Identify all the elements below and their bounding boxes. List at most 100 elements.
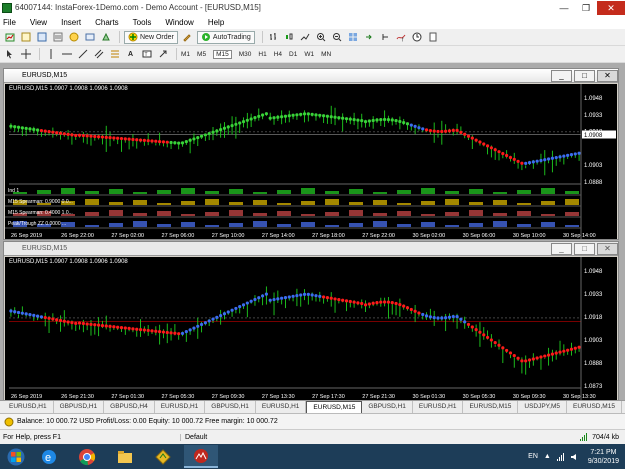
indicator-bar	[541, 201, 555, 205]
chart1-minimize-button[interactable]: _	[551, 69, 572, 82]
chart1-canvas[interactable]: 1.09481.09331.09181.09081.09031.088826 S…	[5, 84, 617, 239]
horizontal-line-icon[interactable]	[60, 48, 73, 61]
timeframe-h1[interactable]: H1	[258, 51, 266, 58]
chart1-close-button[interactable]: ✕	[597, 69, 618, 82]
chart-tab[interactable]: EURUSD,H1	[413, 401, 464, 413]
candlestick-icon[interactable]	[283, 31, 296, 44]
periods-icon[interactable]	[411, 31, 424, 44]
chart-tab[interactable]: EURUSD,M15	[306, 401, 363, 413]
indicator-bar	[277, 224, 291, 227]
menu-charts[interactable]: Charts	[95, 18, 119, 27]
timeframe-m30[interactable]: M30	[239, 51, 252, 58]
ma-point	[39, 315, 44, 319]
timeframe-m5[interactable]: M5	[197, 51, 206, 58]
volume-icon[interactable]	[570, 452, 580, 462]
ma-point	[524, 161, 528, 165]
bar-chart-icon[interactable]	[267, 31, 280, 44]
close-button[interactable]: ✕	[597, 0, 625, 15]
line-chart-icon[interactable]	[299, 31, 312, 44]
timeframe-h4[interactable]: H4	[274, 51, 282, 58]
chart-tab[interactable]: USDJPY,M5	[518, 401, 568, 413]
market-watch-icon[interactable]	[35, 31, 48, 44]
chart-shift-icon[interactable]	[379, 31, 392, 44]
svg-text:f: f	[402, 38, 404, 43]
timeframe-d1[interactable]: D1	[289, 51, 297, 58]
chart-tab[interactable]: GBPUSD,H1	[205, 401, 256, 413]
network-icon[interactable]	[556, 452, 566, 462]
ma-point	[287, 114, 291, 118]
chart-tab[interactable]: GBPUSD,H1	[362, 401, 413, 413]
timeframe-m15[interactable]: M15	[213, 49, 232, 59]
strategy-tester-icon[interactable]	[99, 31, 112, 44]
taskbar-ie[interactable]: e	[32, 445, 66, 468]
ma-point	[24, 126, 28, 130]
zoom-in-icon[interactable]	[315, 31, 328, 44]
menu-help[interactable]: Help	[208, 18, 224, 27]
navigator-icon[interactable]	[67, 31, 80, 44]
menu-insert[interactable]: Insert	[61, 18, 81, 27]
chart2-canvas[interactable]: 1.09481.09331.09181.09031.08881.087326 S…	[5, 257, 617, 400]
menu-view[interactable]: View	[30, 18, 47, 27]
chart-tab[interactable]: EURUSD,H1	[3, 401, 54, 413]
chart-window-1-titlebar[interactable]: EURUSD,M15 _ □ ✕	[4, 69, 618, 83]
menu-tools[interactable]: Tools	[133, 18, 152, 27]
arrows-icon[interactable]	[156, 48, 169, 61]
data-window-icon[interactable]	[51, 31, 64, 44]
cursor-icon[interactable]	[3, 48, 16, 61]
start-button[interactable]	[0, 444, 32, 469]
taskbar-metatrader-b[interactable]	[184, 445, 218, 468]
chart2-maximize-button[interactable]: □	[574, 242, 595, 255]
ma-point	[371, 118, 375, 123]
chart-tab[interactable]: EURUSD,M15	[463, 401, 519, 413]
maximize-button[interactable]: ❐	[575, 1, 597, 15]
new-chart-icon[interactable]	[3, 31, 16, 44]
autotrading-button[interactable]: AutoTrading	[196, 30, 255, 44]
zoom-out-icon[interactable]	[331, 31, 344, 44]
trendline-icon[interactable]	[76, 48, 89, 61]
templates-icon[interactable]	[427, 31, 440, 44]
chart-window-2-titlebar[interactable]: EURUSD,M15 _ □ ✕	[4, 242, 618, 256]
vertical-line-icon[interactable]	[44, 48, 57, 61]
menu-file[interactable]: File	[3, 18, 16, 27]
terminal-icon[interactable]	[83, 31, 96, 44]
new-order-button[interactable]: New Order	[124, 30, 178, 44]
chart-tab[interactable]: EURUSD,H1	[155, 401, 206, 413]
indicator-bar	[109, 189, 123, 194]
chart2-minimize-button[interactable]: _	[551, 242, 572, 255]
metaeditor-icon[interactable]	[181, 31, 194, 44]
indicators-icon[interactable]: f	[395, 31, 408, 44]
menu-window[interactable]: Window	[165, 18, 193, 27]
ma-point	[257, 114, 261, 118]
taskbar-explorer[interactable]	[108, 445, 142, 468]
text-icon[interactable]: A	[124, 48, 137, 61]
chart-tab[interactable]: EURUSD,M15	[567, 401, 622, 413]
profiles-icon[interactable]	[19, 31, 32, 44]
chart-window-1[interactable]: EURUSD,M15 _ □ ✕ 1.09481.09331.09181.090…	[3, 68, 619, 240]
chart1-maximize-button[interactable]: □	[574, 69, 595, 82]
timeframe-mn[interactable]: MN	[321, 51, 331, 58]
timeframe-w1[interactable]: W1	[304, 51, 314, 58]
chart-tab[interactable]: EURUSD,H1	[256, 401, 307, 413]
chart2-close-button[interactable]: ✕	[597, 242, 618, 255]
taskbar-metatrader-a[interactable]	[146, 445, 180, 468]
ma-point	[505, 153, 509, 158]
tray-chevron-icon[interactable]: ▲	[544, 453, 551, 460]
fibonacci-icon[interactable]	[108, 48, 121, 61]
chart-tab[interactable]: GBPUSD,H1	[54, 401, 105, 413]
channel-icon[interactable]	[92, 48, 105, 61]
tile-windows-icon[interactable]	[347, 31, 360, 44]
chart1-plot[interactable]: 1.09481.09331.09181.09081.09031.088826 S…	[5, 84, 617, 239]
timeframe-m1[interactable]: M1	[181, 51, 190, 58]
language-indicator[interactable]: EN	[528, 453, 538, 460]
chart2-plot[interactable]: 1.0948 1.0933 1.0918 1.0903 1.0888 1.0873 26 S…	[5, 257, 617, 400]
taskbar-chrome[interactable]	[70, 445, 104, 468]
chart-window-2[interactable]: EURUSD,M15 _ □ ✕ 1.0948 1.0933 1.0918 1.090…	[3, 241, 619, 401]
ma-point	[158, 139, 162, 144]
crosshair-icon[interactable]	[19, 48, 32, 61]
chart-tab[interactable]: GBPUSD,H4	[104, 401, 155, 413]
indicator-bar	[133, 221, 147, 227]
auto-scroll-icon[interactable]	[363, 31, 376, 44]
label-icon[interactable]: T	[140, 48, 153, 61]
minimize-button[interactable]: —	[553, 1, 575, 15]
clock[interactable]: 7:21 PM 9/30/2019	[588, 448, 619, 466]
